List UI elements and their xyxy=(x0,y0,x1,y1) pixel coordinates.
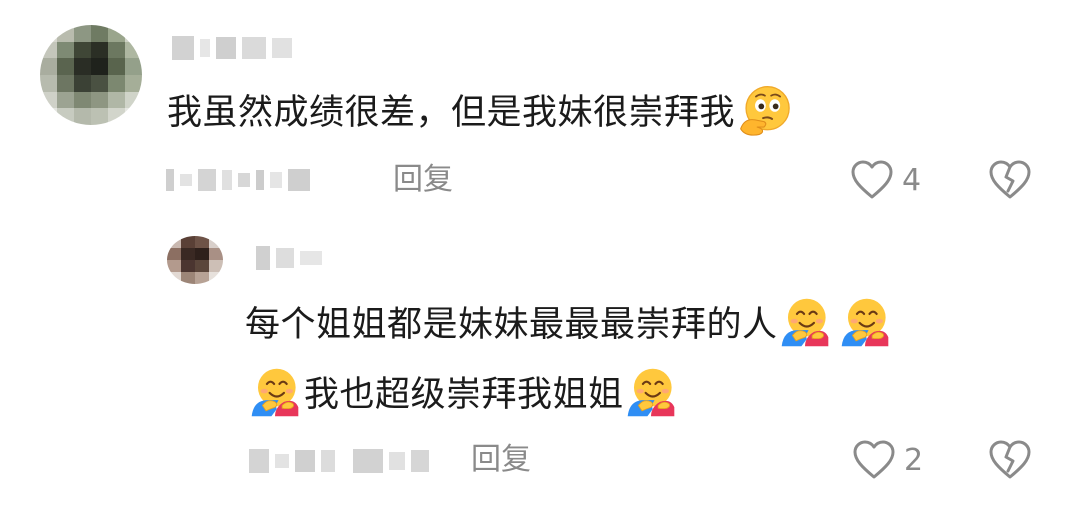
hugging-face-emoji xyxy=(251,368,299,417)
broken-heart-icon[interactable] xyxy=(988,159,1032,201)
comment-text: 我虽然成绩很差，但是我妹很崇拜我 xyxy=(167,93,736,133)
reply-body-line1: 每个姐姐都是妹妹最最最崇拜的人 xyxy=(245,296,892,354)
like-count: 2 xyxy=(904,443,924,478)
reply-text-line2: 我也超级崇拜我姐姐 xyxy=(304,375,624,415)
heart-outline-icon[interactable] xyxy=(850,159,894,201)
commenter-avatar[interactable] xyxy=(40,25,142,125)
hugging-face-emoji xyxy=(627,368,674,417)
reply-button[interactable]: 回复 xyxy=(393,160,453,200)
thinking-face-emoji xyxy=(740,86,790,136)
reply-text-line1: 每个姐姐都是妹妹最最最崇拜的人 xyxy=(245,305,778,345)
heart-outline-icon[interactable] xyxy=(852,439,896,481)
reply-button[interactable]: 回复 xyxy=(471,440,531,480)
like-count: 4 xyxy=(902,163,922,198)
reply-body-line2: 我也超级崇拜我姐姐 xyxy=(248,366,678,424)
broken-heart-icon[interactable] xyxy=(988,439,1032,481)
hugging-face-emoji xyxy=(781,298,828,347)
replier-avatar[interactable] xyxy=(167,236,223,284)
comment-body: 我虽然成绩很差，但是我妹很崇拜我 xyxy=(167,84,793,142)
hugging-face-emoji xyxy=(841,298,888,347)
reply-timestamp xyxy=(249,446,429,476)
comment-thread: 我虽然成绩很差，但是我妹很崇拜我 回复 4 每个姐姐都是妹妹最最最崇拜的人 我也… xyxy=(0,0,1080,509)
replier-name[interactable] xyxy=(256,244,322,272)
commenter-name[interactable] xyxy=(172,34,292,62)
comment-timestamp xyxy=(166,166,310,194)
